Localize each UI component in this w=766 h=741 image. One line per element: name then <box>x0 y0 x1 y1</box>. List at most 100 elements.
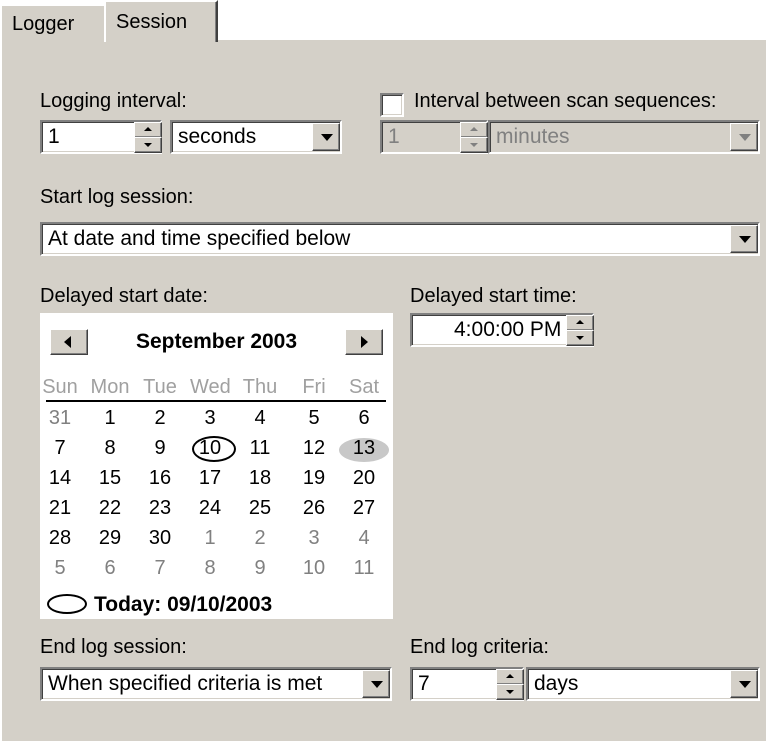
logging-interval-spin-up[interactable] <box>134 122 162 138</box>
calendar-day[interactable]: 17 <box>190 465 230 491</box>
delayed-start-date-label: Delayed start date: <box>40 285 208 307</box>
calendar-day[interactable]: 12 <box>294 435 334 461</box>
end-criteria-input[interactable]: 7 <box>410 667 524 701</box>
calendar-day[interactable]: 1 <box>90 405 130 431</box>
start-session-select[interactable]: At date and time specified below <box>40 222 760 256</box>
calendar-day[interactable]: 21 <box>40 495 80 521</box>
calendar-day[interactable]: 11 <box>344 555 384 581</box>
end-criteria-unit-dropdown-button[interactable] <box>730 670 758 698</box>
scan-interval-spin-up[interactable] <box>460 122 488 138</box>
spin-up-icon <box>576 320 584 324</box>
chevron-down-icon <box>321 134 333 141</box>
logging-interval-unit-select[interactable]: seconds <box>170 120 342 154</box>
calendar-day[interactable]: 6 <box>344 405 384 431</box>
scan-interval-input[interactable]: 1 <box>380 120 488 154</box>
delayed-start-date-calendar[interactable]: September 2003 Sun Mon Tue Wed Thu Fri S… <box>40 313 393 619</box>
calendar-day[interactable]: 11 <box>240 435 280 461</box>
weekday-header: Sun <box>42 376 78 398</box>
tab-session-label: Session <box>116 11 188 33</box>
start-time-spin-down[interactable] <box>566 330 594 346</box>
calendar-day[interactable]: 23 <box>140 495 180 521</box>
logging-interval-label: Logging interval: <box>40 90 187 112</box>
calendar-header-divider <box>46 400 386 402</box>
start-session-dropdown-button[interactable] <box>730 225 758 253</box>
calendar-day[interactable]: 4 <box>344 525 384 551</box>
calendar-day[interactable]: 3 <box>294 525 334 551</box>
calendar-day[interactable]: 30 <box>140 525 180 551</box>
calendar-day[interactable]: 20 <box>344 465 384 491</box>
delayed-start-time-input[interactable]: 4:00:00 PM <box>410 313 594 347</box>
end-session-label: End log session: <box>40 636 187 658</box>
calendar-day[interactable]: 25 <box>240 495 280 521</box>
start-time-spin-up[interactable] <box>566 315 594 331</box>
calendar-day[interactable]: 3 <box>190 405 230 431</box>
chevron-down-icon <box>739 236 751 243</box>
calendar-day[interactable]: 18 <box>240 465 280 491</box>
calendar-day[interactable]: 9 <box>240 555 280 581</box>
spin-up-icon <box>144 127 152 131</box>
logging-interval-input[interactable]: 1 <box>40 120 162 154</box>
tab-logger-label: Logger <box>12 13 75 35</box>
chevron-down-icon <box>739 134 751 141</box>
calendar-day[interactable]: 10 <box>190 435 230 461</box>
calendar-day[interactable]: 8 <box>190 555 230 581</box>
calendar-day[interactable]: 13 <box>344 435 384 461</box>
weekday-header: Thu <box>242 376 278 398</box>
spin-down-icon <box>576 336 584 340</box>
today-link[interactable]: Today: 09/10/2003 <box>94 593 272 617</box>
calendar-day[interactable]: 16 <box>140 465 180 491</box>
calendar-day[interactable]: 22 <box>90 495 130 521</box>
calendar-day[interactable]: 7 <box>40 435 80 461</box>
calendar-day[interactable]: 14 <box>40 465 80 491</box>
calendar-day[interactable]: 24 <box>190 495 230 521</box>
calendar-day[interactable]: 29 <box>90 525 130 551</box>
calendar-day[interactable]: 28 <box>40 525 80 551</box>
calendar-day[interactable]: 4 <box>240 405 280 431</box>
tab-logger[interactable]: Logger <box>0 4 108 40</box>
weekday-header: Wed <box>190 376 231 398</box>
today-circle-icon <box>47 594 87 614</box>
calendar-month-title: September 2003 <box>135 330 298 353</box>
calendar-day[interactable]: 31 <box>40 405 80 431</box>
end-criteria-unit-select[interactable]: days <box>526 667 760 701</box>
weekday-header: Sat <box>348 376 380 398</box>
tab-session[interactable]: Session <box>104 0 218 42</box>
end-criteria-label: End log criteria: <box>410 636 549 658</box>
calendar-next-month-button[interactable] <box>345 329 383 355</box>
calendar-day[interactable]: 8 <box>90 435 130 461</box>
weekday-header: Mon <box>90 376 130 398</box>
spin-down-icon <box>506 690 514 694</box>
calendar-day[interactable]: 5 <box>40 555 80 581</box>
calendar-day[interactable]: 27 <box>344 495 384 521</box>
calendar-day[interactable]: 2 <box>240 525 280 551</box>
end-criteria-spin-down[interactable] <box>496 684 524 700</box>
scan-interval-spin-down[interactable] <box>460 137 488 153</box>
chevron-down-icon <box>371 681 383 688</box>
scan-interval-unit-select[interactable]: minutes <box>488 120 760 154</box>
calendar-day[interactable]: 5 <box>294 405 334 431</box>
end-session-select[interactable]: When specified criteria is met <box>40 667 392 701</box>
calendar-day[interactable]: 15 <box>90 465 130 491</box>
logging-interval-spin-down[interactable] <box>134 137 162 153</box>
weekday-header: Tue <box>143 376 177 398</box>
calendar-day[interactable]: 9 <box>140 435 180 461</box>
calendar-day[interactable]: 10 <box>294 555 334 581</box>
calendar-day[interactable]: 1 <box>190 525 230 551</box>
start-session-label: Start log session: <box>40 186 194 208</box>
scan-interval-checkbox[interactable] <box>380 93 404 117</box>
end-criteria-spin-up[interactable] <box>496 669 524 685</box>
calendar-day[interactable]: 7 <box>140 555 180 581</box>
scan-interval-label: Interval between scan sequences: <box>414 90 717 112</box>
calendar-day[interactable]: 26 <box>294 495 334 521</box>
end-session-dropdown-button[interactable] <box>362 670 390 698</box>
calendar-day[interactable]: 6 <box>90 555 130 581</box>
calendar-day[interactable]: 19 <box>294 465 334 491</box>
scan-interval-unit-dropdown-button[interactable] <box>730 123 758 151</box>
delayed-start-time-label: Delayed start time: <box>410 285 577 307</box>
calendar-day[interactable]: 2 <box>140 405 180 431</box>
spin-down-icon <box>144 143 152 147</box>
spin-up-icon <box>470 127 478 131</box>
logging-interval-unit-dropdown-button[interactable] <box>312 123 340 151</box>
arrow-right-icon <box>361 336 368 348</box>
spin-up-icon <box>506 674 514 678</box>
